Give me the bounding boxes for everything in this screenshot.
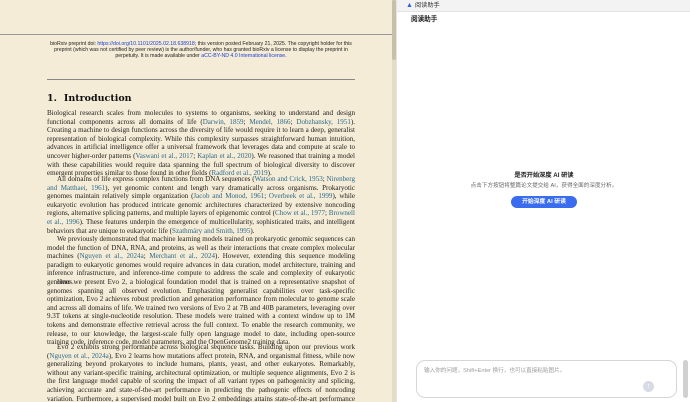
chat-icon: ▲	[406, 2, 413, 9]
citation-link[interactable]: Vaswani et al., 2017	[135, 152, 193, 160]
assistant-tab-bar: ▲ 阅读助手	[397, 0, 690, 12]
section-number: 1.	[47, 93, 57, 104]
panel-title: 阅读助手	[411, 16, 438, 23]
license-link[interactable]: aCC-BY-ND 4.0 International license	[201, 53, 285, 59]
citation-link[interactable]: Kaplan et al., 2020	[197, 152, 251, 160]
preprint-divider	[47, 79, 355, 80]
doi-link[interactable]: https://doi.org/10.1101/2025.02.18.63891…	[97, 41, 194, 47]
citation-link[interactable]: Chow et al., 1977	[275, 209, 325, 217]
citation-link[interactable]: Mendel, 1866	[249, 118, 290, 126]
paragraph-4: Here we present Evo 2, a biological foun…	[47, 278, 355, 347]
paragraph-text: ).	[250, 226, 255, 235]
preprint-notice: bioRxiv preprint doi: https://doi.org/10…	[48, 41, 354, 59]
citation-link[interactable]: Dobzhansky, 1951	[296, 118, 350, 126]
citation-link[interactable]: Szathmáry and Smith, 1995	[172, 227, 250, 235]
paragraph-text: Here we present Evo 2, a biological foun…	[47, 278, 355, 347]
citation-link[interactable]: Jacob and Monod, 1961	[193, 192, 264, 200]
start-deep-read-button[interactable]: 开始深度 AI 研读	[511, 196, 577, 208]
deep-read-description: 点击下方按钮将整篇论文提交给 AI，获得全面的深度分析。	[470, 183, 618, 189]
paragraph-1: Biological research scales from molecule…	[47, 109, 355, 178]
section-heading: 1. Introduction	[47, 93, 132, 104]
paragraph-2: All domains of life express complex func…	[47, 175, 355, 235]
preprint-text-a: bioRxiv preprint doi:	[50, 41, 98, 47]
citation-link[interactable]: Nguyen et al., 2024a	[49, 352, 108, 360]
citation-link[interactable]: Merchant et al., 2024	[149, 252, 215, 260]
deep-read-title: 是否开始深度 AI 研读	[514, 172, 574, 179]
citation-link[interactable]: Nguyen et al., 2024a	[80, 252, 144, 260]
send-arrow-icon[interactable]: ↑	[643, 381, 654, 392]
input-scrollbar[interactable]	[683, 360, 688, 398]
pdf-viewer[interactable]: bioRxiv preprint doi: https://doi.org/10…	[0, 0, 396, 402]
paragraph-5: Evo 2 exhibits strong performance across…	[47, 343, 355, 402]
page-top-border	[0, 34, 392, 35]
citation-link[interactable]: Overbeek et al., 1999	[269, 192, 333, 200]
previous-page-bottom	[0, 0, 396, 32]
preprint-text-end: .	[285, 53, 287, 60]
citation-link[interactable]: Darwin, 1859	[203, 118, 244, 126]
assistant-tab[interactable]: 阅读助手	[415, 2, 440, 10]
citation-link[interactable]: Watson and Crick, 1953	[255, 175, 323, 183]
reading-assistant-panel: ▲ 阅读助手 阅读助手 是否开始深度 AI 研读 点击下方按钮将整篇论文提交给 …	[396, 0, 690, 402]
question-input[interactable]: 输入你的问题，Shift+Enter 换行，也可以直接粘贴图片。	[416, 360, 677, 398]
paragraph-text: All domains of life express complex func…	[57, 175, 255, 183]
question-input-placeholder: 输入你的问题，Shift+Enter 换行，也可以直接粘贴图片。	[424, 368, 566, 374]
section-title: Introduction	[63, 93, 132, 104]
